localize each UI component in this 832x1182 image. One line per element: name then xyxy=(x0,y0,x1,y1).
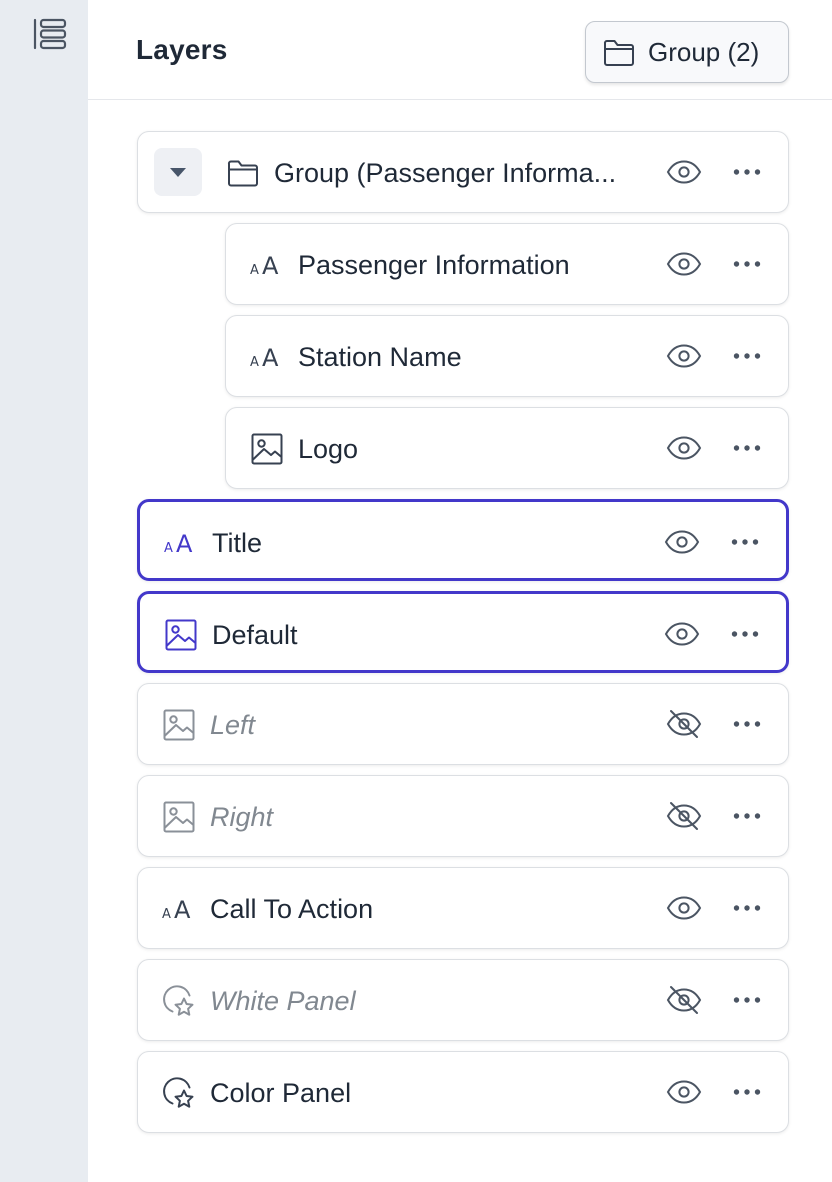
image-icon xyxy=(164,618,198,652)
more-options-icon[interactable] xyxy=(732,251,762,277)
more-options-icon[interactable] xyxy=(730,621,760,647)
layer-row[interactable]: Default xyxy=(137,591,789,673)
layer-row[interactable]: White Panel xyxy=(137,959,789,1041)
layer-label: Default xyxy=(212,620,298,650)
svg-text:A: A xyxy=(262,252,279,280)
image-icon xyxy=(162,708,196,742)
layer-label: White Panel xyxy=(210,986,356,1016)
layer-row[interactable]: A A Passenger Information xyxy=(225,223,789,305)
layer-row[interactable]: Logo xyxy=(225,407,789,489)
caret-down-icon xyxy=(170,168,186,177)
layers-panel: Layers Group (2) Group (Passenger Inform… xyxy=(88,0,832,1182)
layer-row[interactable]: A A Call To Action xyxy=(137,867,789,949)
eye-icon[interactable] xyxy=(666,341,702,371)
eye-off-icon[interactable] xyxy=(666,709,702,739)
layer-label: Station Name xyxy=(298,342,462,372)
layer-label: Right xyxy=(210,802,274,832)
text-icon: AA xyxy=(162,892,196,926)
eye-icon[interactable] xyxy=(666,1077,702,1107)
layers-list-icon[interactable] xyxy=(32,17,68,51)
shape-icon xyxy=(162,1076,196,1110)
text-icon: AA xyxy=(250,340,284,374)
image-icon xyxy=(162,800,196,834)
more-options-icon[interactable] xyxy=(732,711,762,737)
svg-text:A: A xyxy=(250,355,259,370)
image-icon xyxy=(250,432,284,466)
folder-icon xyxy=(603,40,634,66)
svg-text:A: A xyxy=(262,344,279,372)
more-options-icon[interactable] xyxy=(732,1079,762,1105)
layer-row[interactable]: Left xyxy=(137,683,789,765)
svg-text:A: A xyxy=(162,907,171,922)
eye-off-icon[interactable] xyxy=(666,801,702,831)
eye-icon[interactable] xyxy=(666,157,702,187)
layer-row[interactable]: Right xyxy=(137,775,789,857)
panel-header: Layers Group (2) xyxy=(88,0,832,100)
layer-label: Passenger Information xyxy=(298,250,570,280)
group-button-label: Group (2) xyxy=(648,36,760,67)
eye-icon[interactable] xyxy=(666,249,702,279)
svg-text:A: A xyxy=(250,263,259,278)
eye-icon[interactable] xyxy=(664,527,700,557)
layer-row[interactable]: A A Station Name xyxy=(225,315,789,397)
layer-row[interactable]: Color Panel xyxy=(137,1051,789,1133)
svg-text:A: A xyxy=(164,541,173,556)
layer-label: Logo xyxy=(298,434,359,464)
folder-icon xyxy=(226,156,260,190)
layer-row[interactable]: A A Title xyxy=(137,499,789,581)
more-options-icon[interactable] xyxy=(732,159,762,185)
layer-group-row[interactable]: Group (Passenger Informa... xyxy=(137,131,789,213)
layer-label: Group (Passenger Informa... xyxy=(274,158,617,188)
left-rail xyxy=(0,0,88,1182)
layer-label: Call To Action xyxy=(210,894,374,924)
text-icon: AA xyxy=(250,248,284,282)
shape-icon xyxy=(162,984,196,1018)
more-options-icon[interactable] xyxy=(732,343,762,369)
group-button[interactable]: Group (2) xyxy=(585,21,789,83)
eye-icon[interactable] xyxy=(666,893,702,923)
eye-off-icon[interactable] xyxy=(666,985,702,1015)
svg-text:A: A xyxy=(176,530,193,558)
layer-label: Color Panel xyxy=(210,1078,352,1108)
eye-icon[interactable] xyxy=(664,619,700,649)
layer-label: Title xyxy=(212,528,263,558)
eye-icon[interactable] xyxy=(666,433,702,463)
more-options-icon[interactable] xyxy=(732,895,762,921)
more-options-icon[interactable] xyxy=(732,435,762,461)
more-options-icon[interactable] xyxy=(732,987,762,1013)
collapse-toggle[interactable] xyxy=(154,148,202,196)
svg-text:A: A xyxy=(174,896,191,924)
text-icon: AA xyxy=(164,526,198,560)
layer-label: Left xyxy=(210,710,256,740)
more-options-icon[interactable] xyxy=(732,803,762,829)
panel-title: Layers xyxy=(136,34,228,65)
more-options-icon[interactable] xyxy=(730,529,760,555)
